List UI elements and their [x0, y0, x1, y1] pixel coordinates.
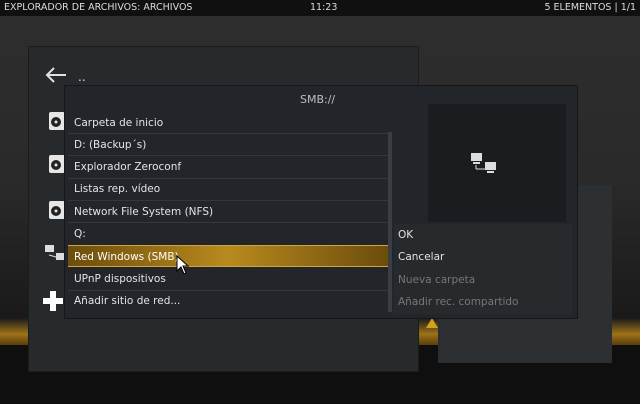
- add-share-button[interactable]: Añadir rec. compartido: [398, 291, 518, 313]
- dialog-buttons: OK Cancelar Nueva carpeta Añadir rec. co…: [394, 224, 572, 314]
- divider: [68, 200, 388, 201]
- list-item[interactable]: Listas rep. vídeo: [68, 178, 388, 200]
- window-title: EXPLORADOR DE ARCHIVOS: ARCHIVOS: [4, 2, 193, 13]
- list-item[interactable]: UPnP dispositivos: [68, 268, 388, 290]
- network-icon: [45, 245, 65, 260]
- source-thumbnail: [428, 104, 566, 222]
- new-folder-button[interactable]: Nueva carpeta: [398, 269, 475, 291]
- back-arrow-icon[interactable]: [44, 64, 68, 86]
- cancel-button[interactable]: Cancelar: [398, 246, 444, 268]
- ok-button[interactable]: OK: [398, 224, 413, 246]
- divider: [68, 178, 388, 179]
- list-item[interactable]: Carpeta de inicio: [68, 112, 388, 134]
- mouse-pointer-icon: [176, 255, 190, 275]
- list-item-selected[interactable]: Red Windows (SMB): [68, 245, 388, 267]
- list-scrollbar[interactable]: [388, 132, 392, 312]
- list-item[interactable]: D: (Backup´s): [68, 134, 388, 156]
- list-item[interactable]: Q:: [68, 223, 388, 245]
- divider: [68, 290, 388, 291]
- add-icon: [43, 291, 63, 311]
- top-bar: EXPLORADOR DE ARCHIVOS: ARCHIVOS 11:23 5…: [0, 0, 640, 16]
- divider: [68, 133, 388, 134]
- list-item[interactable]: Añadir sitio de red...: [68, 290, 388, 312]
- network-icon: [471, 153, 496, 173]
- parent-folder-item[interactable]: ..: [78, 70, 86, 84]
- divider: [68, 155, 388, 156]
- dialog-title: SMB://: [300, 93, 336, 106]
- clock: 11:23: [310, 2, 338, 13]
- list-item[interactable]: Network File System (NFS): [68, 201, 388, 223]
- divider: [68, 222, 388, 223]
- item-count: 5 ELEMENTOS | 1/1: [544, 2, 636, 13]
- sort-indicator-icon: [426, 318, 438, 328]
- list-item[interactable]: Explorador Zeroconf: [68, 156, 388, 178]
